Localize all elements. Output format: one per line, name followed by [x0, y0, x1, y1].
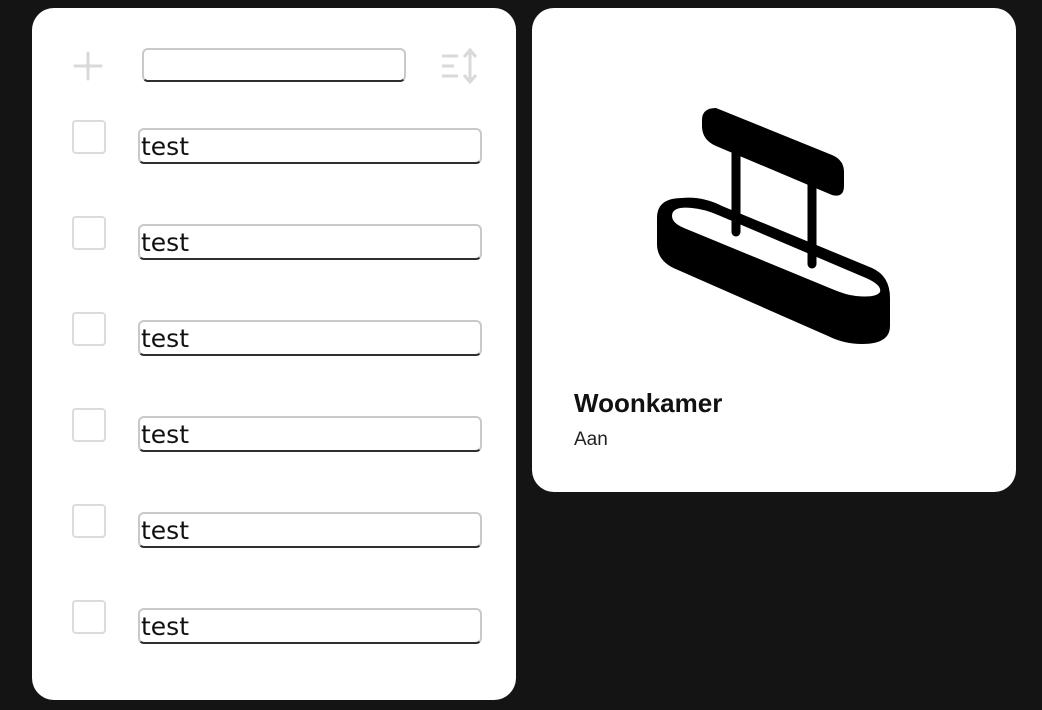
sort-icon[interactable] — [440, 48, 480, 84]
todo-item-text[interactable] — [138, 416, 482, 452]
todo-checkbox[interactable] — [72, 408, 106, 442]
ceiling-lamp-icon[interactable] — [652, 104, 896, 348]
todo-list-card — [32, 8, 516, 700]
todo-item — [32, 216, 516, 264]
todo-item-text[interactable] — [138, 224, 482, 260]
todo-item — [32, 120, 516, 168]
todo-checkbox[interactable] — [72, 312, 106, 346]
entity-name: Woonkamer — [574, 388, 723, 418]
light-entity-card[interactable]: Woonkamer Aan — [532, 8, 1016, 492]
todo-item — [32, 408, 516, 456]
todo-item — [32, 504, 516, 552]
todo-item-text[interactable] — [138, 320, 482, 356]
todo-item-text[interactable] — [138, 512, 482, 548]
todo-checkbox[interactable] — [72, 600, 106, 634]
todo-item-text[interactable] — [138, 608, 482, 644]
todo-item — [32, 312, 516, 360]
todo-checkbox[interactable] — [72, 120, 106, 154]
todo-item-text[interactable] — [138, 128, 482, 164]
entity-state: Aan — [574, 429, 608, 450]
todo-checkbox[interactable] — [72, 504, 106, 538]
plus-icon[interactable] — [72, 50, 104, 82]
new-item-input[interactable] — [142, 48, 406, 82]
todo-item — [32, 600, 516, 648]
todo-checkbox[interactable] — [72, 216, 106, 250]
